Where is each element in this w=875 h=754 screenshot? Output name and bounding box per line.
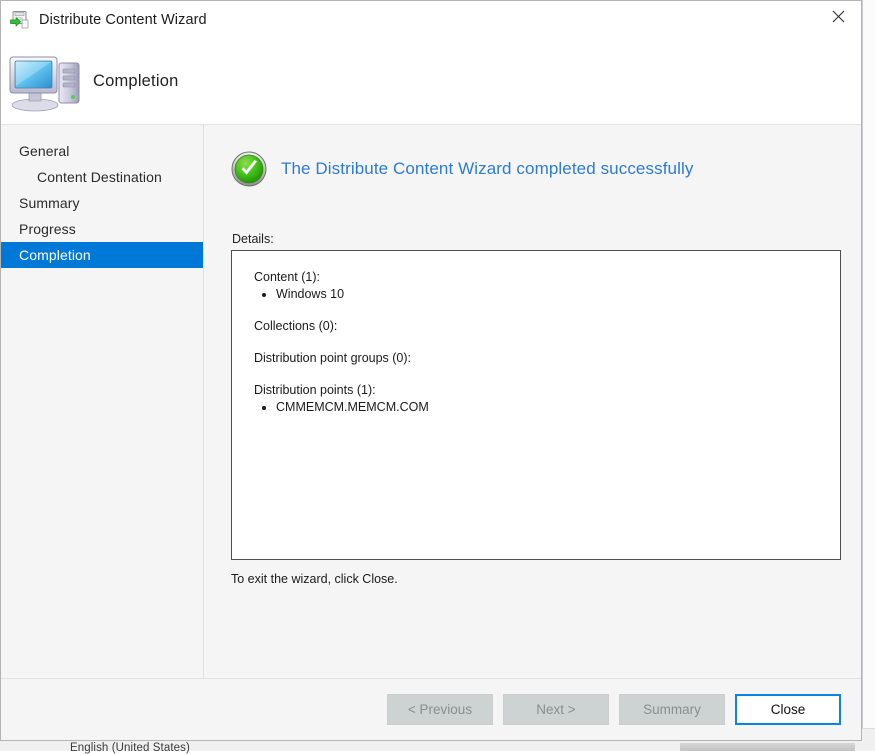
sidebar-item-general[interactable]: General: [1, 138, 203, 164]
detail-heading: Distribution point groups (0):: [254, 351, 412, 365]
sidebar-item-progress[interactable]: Progress: [1, 216, 203, 242]
close-icon[interactable]: [815, 1, 861, 32]
wizard-footer: < Previous Next > Summary Close: [1, 678, 861, 740]
next-button[interactable]: Next >: [503, 694, 609, 725]
detail-heading: Distribution points (1):: [254, 383, 376, 397]
window-title: Distribute Content Wizard: [39, 11, 207, 28]
detail-group-distribution-points: Distribution points (1): CMMEMCM.MEMCM.C…: [254, 382, 840, 416]
background-progress-strip: [680, 743, 855, 751]
wizard-body: General Content Destination Summary Prog…: [1, 124, 861, 678]
detail-group-distribution-point-groups: Distribution point groups (0):: [254, 350, 840, 367]
detail-heading: Content (1):: [254, 270, 321, 284]
list-item: CMMEMCM.MEMCM.COM: [276, 399, 840, 416]
sidebar-item-content-destination[interactable]: Content Destination: [1, 164, 203, 190]
computer-monitor-icon: [7, 49, 81, 113]
details-box[interactable]: Content (1): Windows 10 Collections (0):…: [231, 250, 841, 560]
title-bar: Distribute Content Wizard: [1, 1, 861, 38]
detail-item-list: CMMEMCM.MEMCM.COM: [254, 399, 840, 416]
close-button[interactable]: Close: [735, 694, 841, 725]
wizard-content-pane: The Distribute Content Wizard completed …: [204, 125, 861, 678]
summary-button[interactable]: Summary: [619, 694, 725, 725]
completion-message: The Distribute Content Wizard completed …: [281, 159, 694, 178]
distribute-content-wizard-dialog: Distribute Content Wizard Completion Gen…: [0, 0, 862, 741]
detail-group-content: Content (1): Windows 10: [254, 269, 840, 303]
previous-button[interactable]: < Previous: [387, 694, 493, 725]
background-window-edge: [862, 0, 875, 751]
distribute-content-icon: [10, 10, 30, 29]
sidebar-item-summary[interactable]: Summary: [1, 190, 203, 216]
wizard-step-nav: General Content Destination Summary Prog…: [1, 125, 204, 678]
exit-hint: To exit the wizard, click Close.: [231, 572, 398, 586]
detail-item-list: Windows 10: [254, 286, 840, 303]
success-check-icon: [231, 151, 267, 187]
sidebar-item-completion[interactable]: Completion: [1, 242, 203, 268]
completion-banner: The Distribute Content Wizard completed …: [231, 151, 693, 187]
details-label: Details:: [232, 232, 274, 246]
page-title: Completion: [93, 71, 179, 90]
detail-heading: Collections (0):: [254, 319, 338, 333]
list-item: Windows 10: [276, 286, 840, 303]
detail-group-collections: Collections (0):: [254, 318, 840, 335]
wizard-banner: Completion: [1, 38, 861, 124]
background-status-text: English (United States): [70, 742, 190, 754]
